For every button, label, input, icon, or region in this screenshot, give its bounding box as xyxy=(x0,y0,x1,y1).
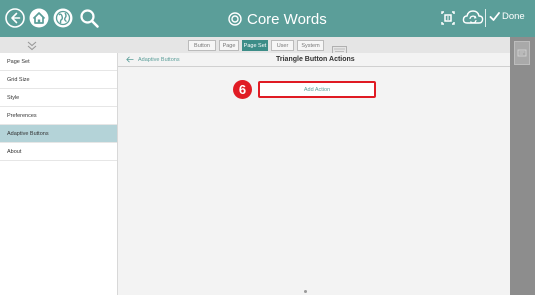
app-logo-icon xyxy=(228,12,242,26)
right-scroll-strip xyxy=(510,37,535,295)
back-icon[interactable] xyxy=(4,7,26,29)
checkmark-icon xyxy=(489,12,500,21)
add-action-button[interactable]: Add Action xyxy=(258,81,376,98)
tab-page[interactable]: Page xyxy=(219,40,239,51)
panel-header: Adaptive Buttons Triangle Button Actions xyxy=(118,53,510,67)
step-number-badge: 6 xyxy=(233,80,252,99)
edit-tab-bar: Button Page Page Set User System xyxy=(0,37,510,54)
edit-frame-icon[interactable] xyxy=(438,8,458,28)
sidebar-item-grid-size[interactable]: Grid Size xyxy=(0,71,117,89)
arrow-left-icon xyxy=(126,56,134,63)
world-icon[interactable] xyxy=(52,7,74,29)
tab-user[interactable]: User xyxy=(271,40,294,51)
panel-icon xyxy=(517,49,527,57)
done-button[interactable]: Done xyxy=(489,11,525,22)
settings-sidebar: Page Set Grid Size Style Preferences Ada… xyxy=(0,53,118,295)
back-link-label: Adaptive Buttons xyxy=(138,56,180,63)
sidebar-item-page-set[interactable]: Page Set xyxy=(0,53,117,71)
sidebar-item-style[interactable]: Style xyxy=(0,89,117,107)
main-panel: Adaptive Buttons Triangle Button Actions… xyxy=(118,53,510,295)
collapse-chevron-icon[interactable] xyxy=(25,39,39,51)
page-title: Triangle Button Actions xyxy=(276,56,355,63)
tab-page-set[interactable]: Page Set xyxy=(242,40,268,51)
done-label: Done xyxy=(502,11,525,22)
search-icon[interactable] xyxy=(78,7,100,29)
sidebar-item-about[interactable]: About xyxy=(0,143,117,161)
page-indicator-dot xyxy=(304,290,307,293)
app-title: Core Words xyxy=(228,9,327,29)
sidebar-item-adaptive-buttons[interactable]: Adaptive Buttons xyxy=(0,125,117,143)
tab-button[interactable]: Button xyxy=(188,40,216,51)
home-icon[interactable] xyxy=(28,7,50,29)
sync-icon[interactable] xyxy=(462,8,484,28)
tab-group: Button Page Page Set User System xyxy=(188,40,347,54)
sidebar-item-preferences[interactable]: Preferences xyxy=(0,107,117,125)
app-title-text: Core Words xyxy=(247,10,327,28)
top-bar: Core Words Done xyxy=(0,0,535,37)
panel-toggle-button[interactable] xyxy=(514,41,530,65)
toolbar-divider xyxy=(485,9,486,27)
back-link[interactable]: Adaptive Buttons xyxy=(126,56,180,63)
keyboard-icon[interactable] xyxy=(332,41,347,54)
tab-system[interactable]: System xyxy=(297,40,324,51)
